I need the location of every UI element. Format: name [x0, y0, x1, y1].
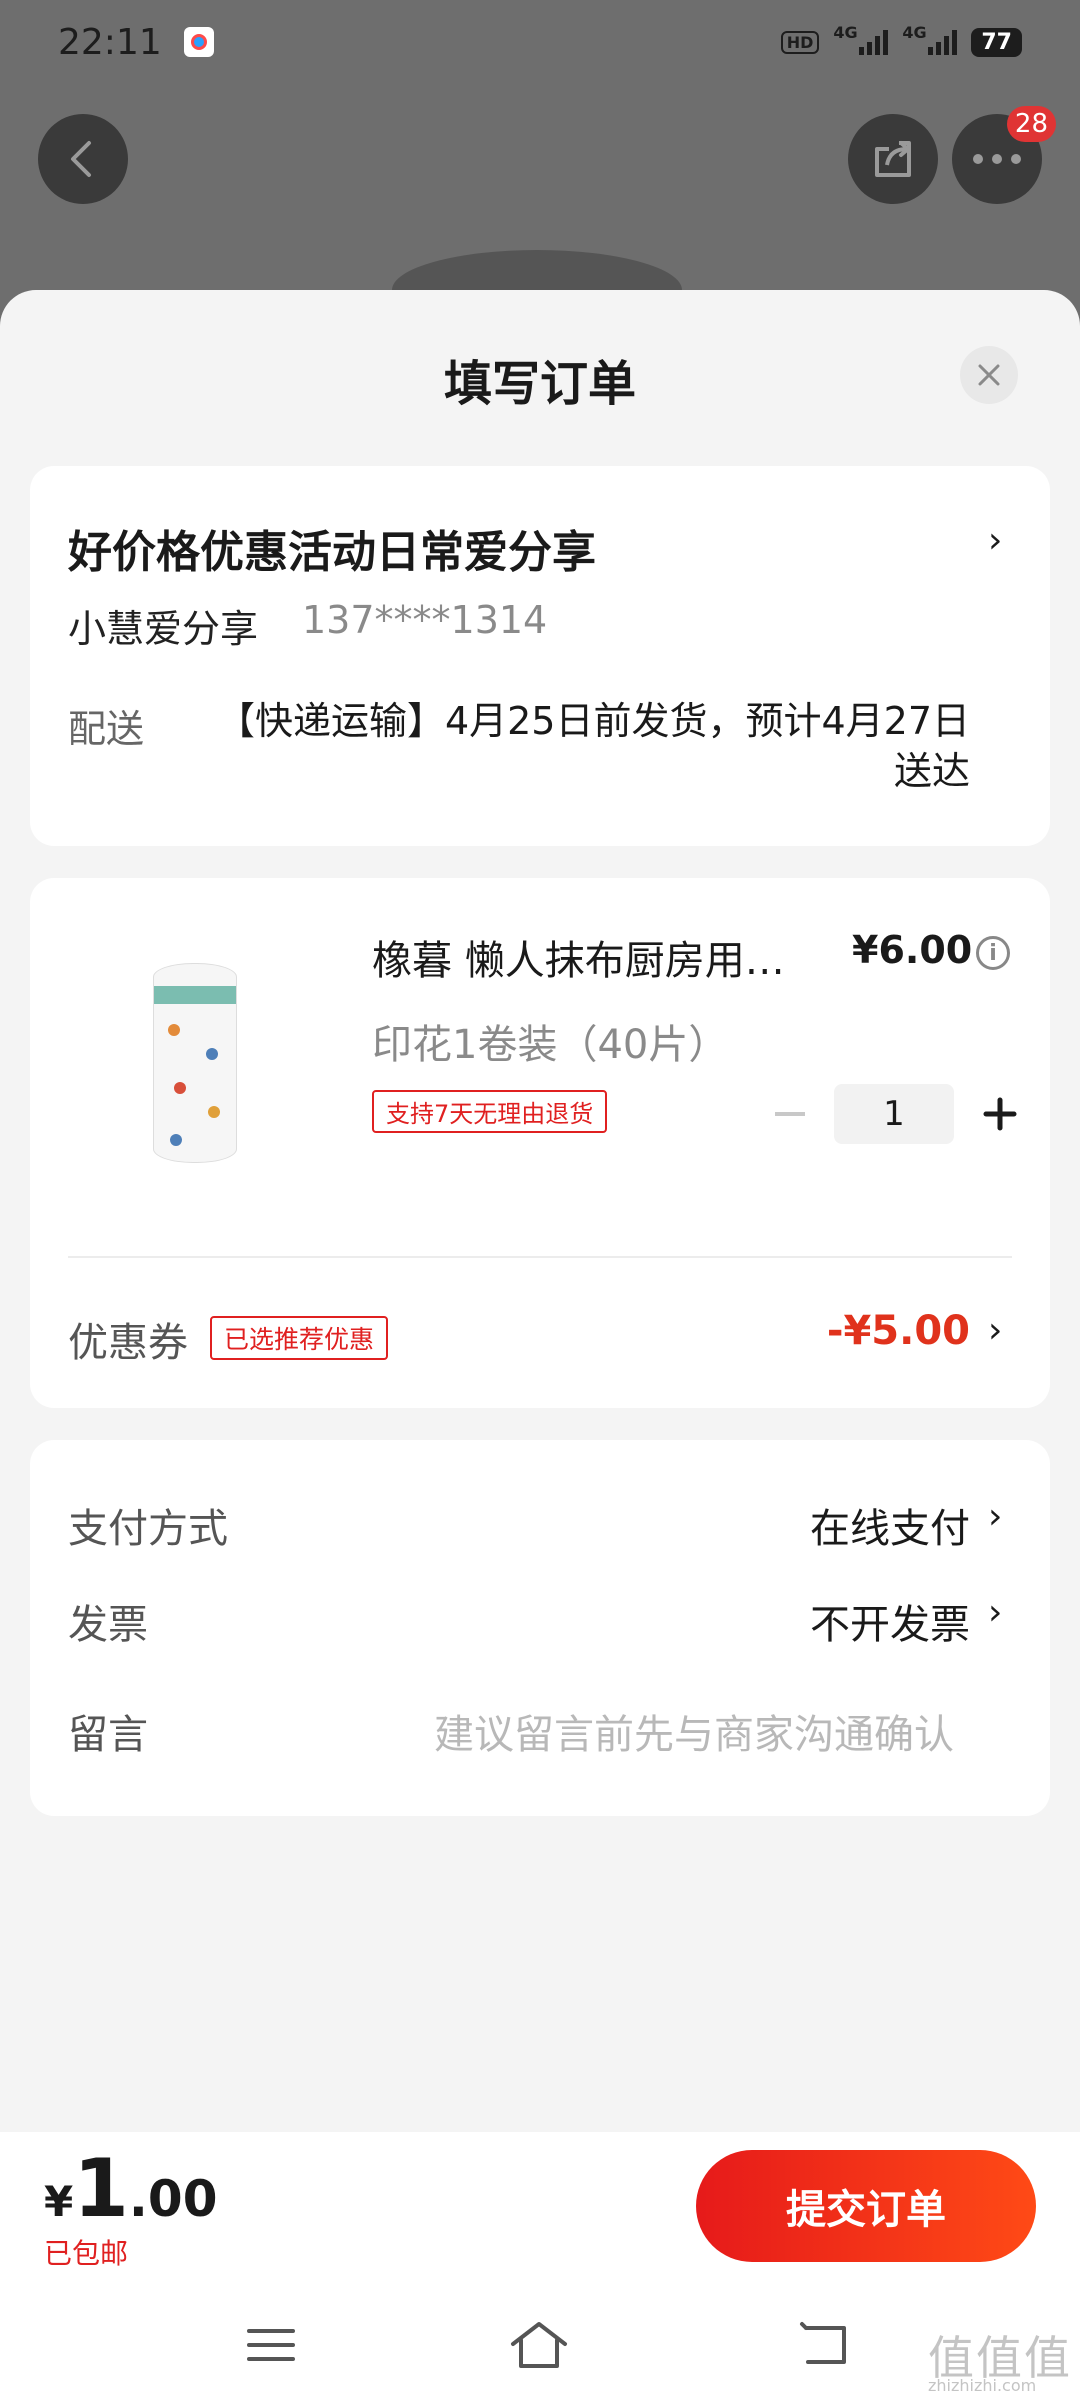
quantity-decrease-button[interactable]: [770, 1094, 810, 1134]
chevron-right-icon: ›: [988, 520, 1003, 561]
coupon-tag: 已选推荐优惠: [210, 1316, 389, 1360]
home-icon: [511, 2322, 567, 2368]
address-card[interactable]: 好价格优惠活动日常爱分享 › 小慧爱分享 137****1314 配送 【快递运…: [30, 466, 1050, 846]
home-nav-button[interactable]: [504, 2310, 574, 2380]
total-decimal: .00: [128, 2170, 218, 2228]
status-indicators: HD 4G 4G 77: [780, 23, 1022, 57]
app-notification-icon: [183, 27, 214, 57]
product-name[interactable]: 橡暮 懒人抹布厨房用…: [372, 928, 822, 986]
close-icon: [978, 364, 1000, 386]
back-nav-icon: [800, 2322, 846, 2364]
total-integer: 1: [73, 2142, 129, 2235]
product-image[interactable]: [90, 948, 300, 1178]
info-icon[interactable]: i: [976, 936, 1010, 970]
currency-symbol: ¥: [44, 2177, 74, 2226]
back-nav-button[interactable]: [790, 2310, 860, 2380]
free-shipping-label: 已包邮: [44, 2237, 129, 2270]
notification-badge: 28: [1006, 106, 1056, 142]
submit-order-button[interactable]: 提交订单: [696, 2150, 1036, 2262]
return-policy-tag: 支持7天无理由退货: [372, 1090, 608, 1133]
checkout-bar: ¥ 1 .00 已包邮 提交订单: [0, 2132, 1080, 2280]
more-button[interactable]: 28: [952, 106, 1056, 204]
order-sheet: 填写订单 好价格优惠活动日常爱分享 › 小慧爱分享 137****1314 配送…: [0, 290, 1080, 2408]
invoice-value[interactable]: 不开发票: [810, 1592, 970, 1650]
minus-icon: [775, 1112, 805, 1116]
chevron-right-icon[interactable]: ›: [988, 1592, 1002, 1633]
share-icon: [875, 141, 911, 177]
chevron-left-icon: [71, 141, 91, 177]
quantity-input[interactable]: 1: [834, 1084, 954, 1144]
system-nav-bar: [0, 2280, 1080, 2408]
hd-icon: HD: [780, 30, 820, 54]
status-bar: 22:11 HD 4G 4G 77: [0, 0, 1080, 84]
more-dots-icon: [973, 154, 1021, 164]
address-title: 好价格优惠活动日常爱分享: [68, 527, 596, 578]
signal-icon-1: 4G: [833, 23, 889, 55]
menu-icon: [247, 2329, 295, 2361]
recipient-phone: 137****1314: [302, 598, 548, 642]
recipient-name: 小慧爱分享: [68, 607, 259, 651]
share-button[interactable]: [848, 114, 938, 204]
product-card: 橡暮 懒人抹布厨房用… ¥6.00 i 印花1卷装（40片） 支持7天无理由退货…: [30, 878, 1050, 1408]
product-price: ¥6.00: [852, 928, 973, 972]
sheet-title: 填写订单: [443, 356, 636, 412]
shipping-label: 配送: [68, 707, 145, 751]
divider: [68, 1256, 1012, 1258]
coupon-amount[interactable]: -¥5.00: [827, 1308, 970, 1354]
quantity-increase-button[interactable]: [976, 1090, 1024, 1138]
order-total: ¥ 1 .00: [44, 2142, 217, 2235]
coupon-label: 优惠券: [68, 1320, 188, 1366]
close-button[interactable]: [960, 346, 1018, 404]
product-spec: 印花1卷装（40片）: [372, 1022, 729, 1068]
back-button[interactable]: [38, 114, 128, 204]
chevron-right-icon[interactable]: ›: [988, 1496, 1002, 1537]
watermark-url: zhizhizhi.com: [928, 2376, 1037, 2395]
order-options-card: 支付方式 在线支付 › 发票 不开发票 › 留言 建议留言前先与商家沟通确认: [30, 1440, 1050, 1816]
invoice-label: 发票: [68, 1602, 148, 1648]
payment-label: 支付方式: [68, 1506, 228, 1552]
chevron-right-icon[interactable]: ›: [988, 1310, 1002, 1351]
note-input[interactable]: 建议留言前先与商家沟通确认: [434, 1702, 954, 1760]
menu-nav-button[interactable]: [236, 2310, 306, 2380]
signal-icon-2: 4G: [902, 23, 958, 55]
status-time: 22:11: [58, 21, 162, 63]
shipping-info: 【快递运输】4月25日前发货，预计4月27日送达: [216, 699, 970, 793]
note-label: 留言: [68, 1712, 148, 1758]
plus-icon: [983, 1097, 1017, 1131]
battery-icon: 77: [971, 27, 1022, 57]
payment-value[interactable]: 在线支付: [810, 1496, 970, 1554]
